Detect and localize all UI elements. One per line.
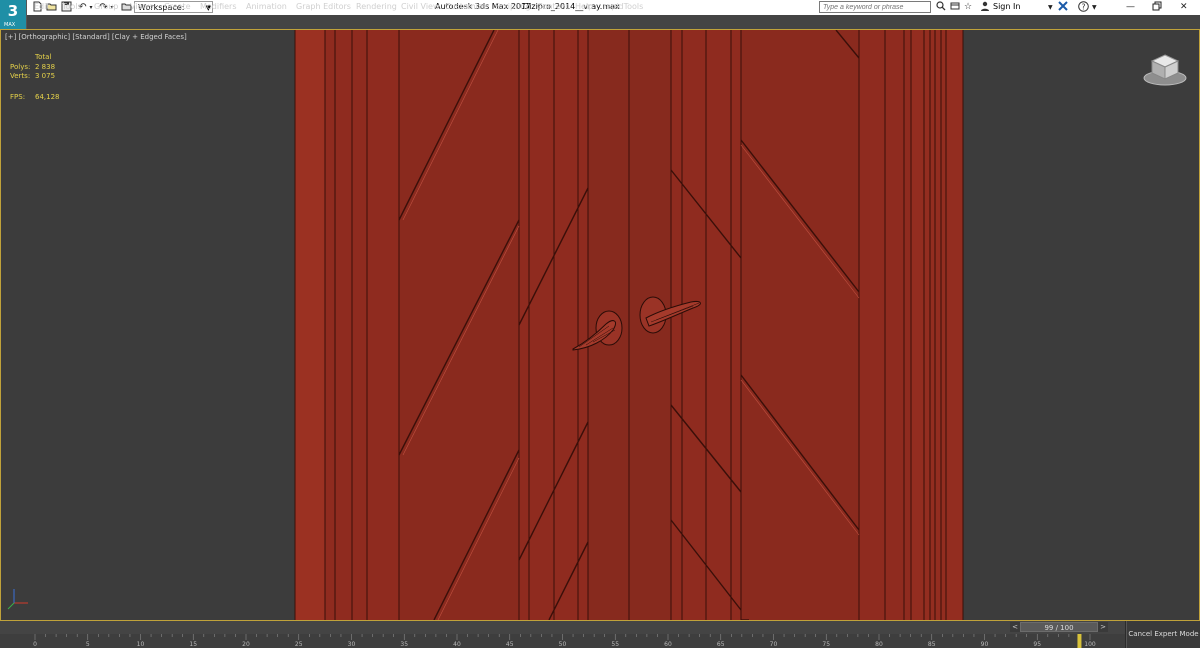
previous-frame-icon[interactable]: < [1010, 622, 1020, 632]
menu-scripting[interactable]: Scripting [495, 2, 531, 11]
viewport-label[interactable]: [+] [Orthographic] [Standard] [Clay + Ed… [5, 33, 187, 41]
search-icon[interactable] [936, 1, 946, 16]
time-slider-track[interactable] [0, 621, 1125, 634]
stats-fps-value: 64,128 [35, 93, 60, 101]
app-logo-sub: MAX [4, 22, 16, 28]
menu-create[interactable]: Create [164, 2, 191, 11]
track-bar-tick-label: 100 [1084, 641, 1096, 648]
stats-verts-value: 3 075 [35, 72, 56, 80]
app-logo-text: 3 [7, 2, 19, 20]
track-bar-tick-label: 30 [347, 641, 356, 648]
track-bar-tick-label: 15 [189, 641, 198, 648]
svg-text:?: ? [1082, 2, 1086, 11]
time-slider-thumb[interactable]: 99 / 100 [1020, 622, 1098, 632]
track-bar-tick-label: 60 [664, 641, 672, 648]
search-input[interactable] [819, 1, 931, 13]
track-bar-tick-label: 45 [505, 641, 514, 648]
menu-group[interactable]: Group [94, 2, 118, 11]
track-bar-tick-label: 90 [980, 641, 989, 648]
help-dropdown-icon[interactable]: ▼ [1092, 1, 1097, 14]
menu-graph-editors[interactable]: Graph Editors [296, 2, 351, 11]
stats-fps-label: FPS: [10, 93, 26, 101]
menu-bar [27, 15, 1200, 29]
maximize-icon[interactable] [1152, 1, 1162, 16]
user-icon[interactable] [980, 1, 990, 16]
door-model [294, 30, 964, 620]
signin-dropdown-icon[interactable]: ▼ [1048, 1, 1053, 14]
stats-verts-label: Verts: [10, 72, 31, 80]
track-bar-tick-label: 85 [927, 641, 936, 648]
track-bar-tick-label: 40 [453, 641, 461, 648]
sign-in-link[interactable]: Sign In [993, 2, 1020, 11]
track-bar-tick-label: 65 [716, 641, 725, 648]
menu-help[interactable]: Help [575, 2, 593, 11]
menu-customize[interactable]: Customize [445, 2, 487, 11]
track-bar-tick-label: 10 [136, 641, 145, 648]
track-bar-tick-label: 70 [769, 641, 778, 648]
menu-tools[interactable]: Tools [62, 2, 82, 11]
track-bar-tick-label: 55 [611, 641, 620, 648]
track-bar-tick-label: 35 [400, 641, 409, 648]
viewport[interactable]: [+] [Orthographic] [Standard] [Clay + Ed… [0, 29, 1200, 621]
track-bar-tick-label: 95 [1033, 641, 1042, 648]
menu-content[interactable]: Content [537, 2, 569, 11]
menu-edit[interactable]: Edit [34, 2, 50, 11]
axis-tripod-icon [7, 589, 28, 610]
stats-polys-label: Polys: [10, 63, 31, 71]
track-bar-tick-label: 20 [242, 641, 250, 648]
track-bar-tick-label: 25 [294, 641, 303, 648]
menu-modifiers[interactable]: Modifiers [200, 2, 237, 11]
track-bar-tick-label: 50 [558, 641, 567, 648]
track-bar-tick-label: 75 [822, 641, 831, 648]
exchange-icon[interactable] [1058, 1, 1068, 16]
star-icon[interactable]: ☆ [964, 1, 972, 14]
track-bar-tick-label: 5 [85, 641, 90, 648]
menu-views[interactable]: Views [130, 2, 153, 11]
menu-rapidtools[interactable]: rapidTools [603, 2, 643, 11]
menu-civil-view[interactable]: Civil View [401, 2, 440, 11]
viewcube-icon[interactable] [1142, 51, 1188, 87]
close-icon[interactable]: ✕ [1180, 1, 1188, 14]
stats-polys-value: 2 838 [35, 63, 56, 71]
subscription-icon[interactable] [950, 1, 960, 16]
stats-total-label: Total [35, 53, 52, 61]
cancel-expert-mode-button[interactable]: Cancel Expert Mode [1126, 621, 1200, 648]
next-frame-icon[interactable]: > [1098, 622, 1108, 632]
current-frame-marker [1077, 634, 1082, 648]
track-bar-tick-label: 80 [875, 641, 883, 648]
frame-display: 99 / 100 [1044, 624, 1074, 632]
menu-animation[interactable]: Animation [246, 2, 287, 11]
menu-rendering[interactable]: Rendering [356, 2, 397, 11]
track-bar-tick-label: 0 [33, 641, 37, 648]
app-logo-button[interactable]: 3 MAX [0, 0, 27, 29]
minimize-icon[interactable]: — [1126, 1, 1135, 14]
